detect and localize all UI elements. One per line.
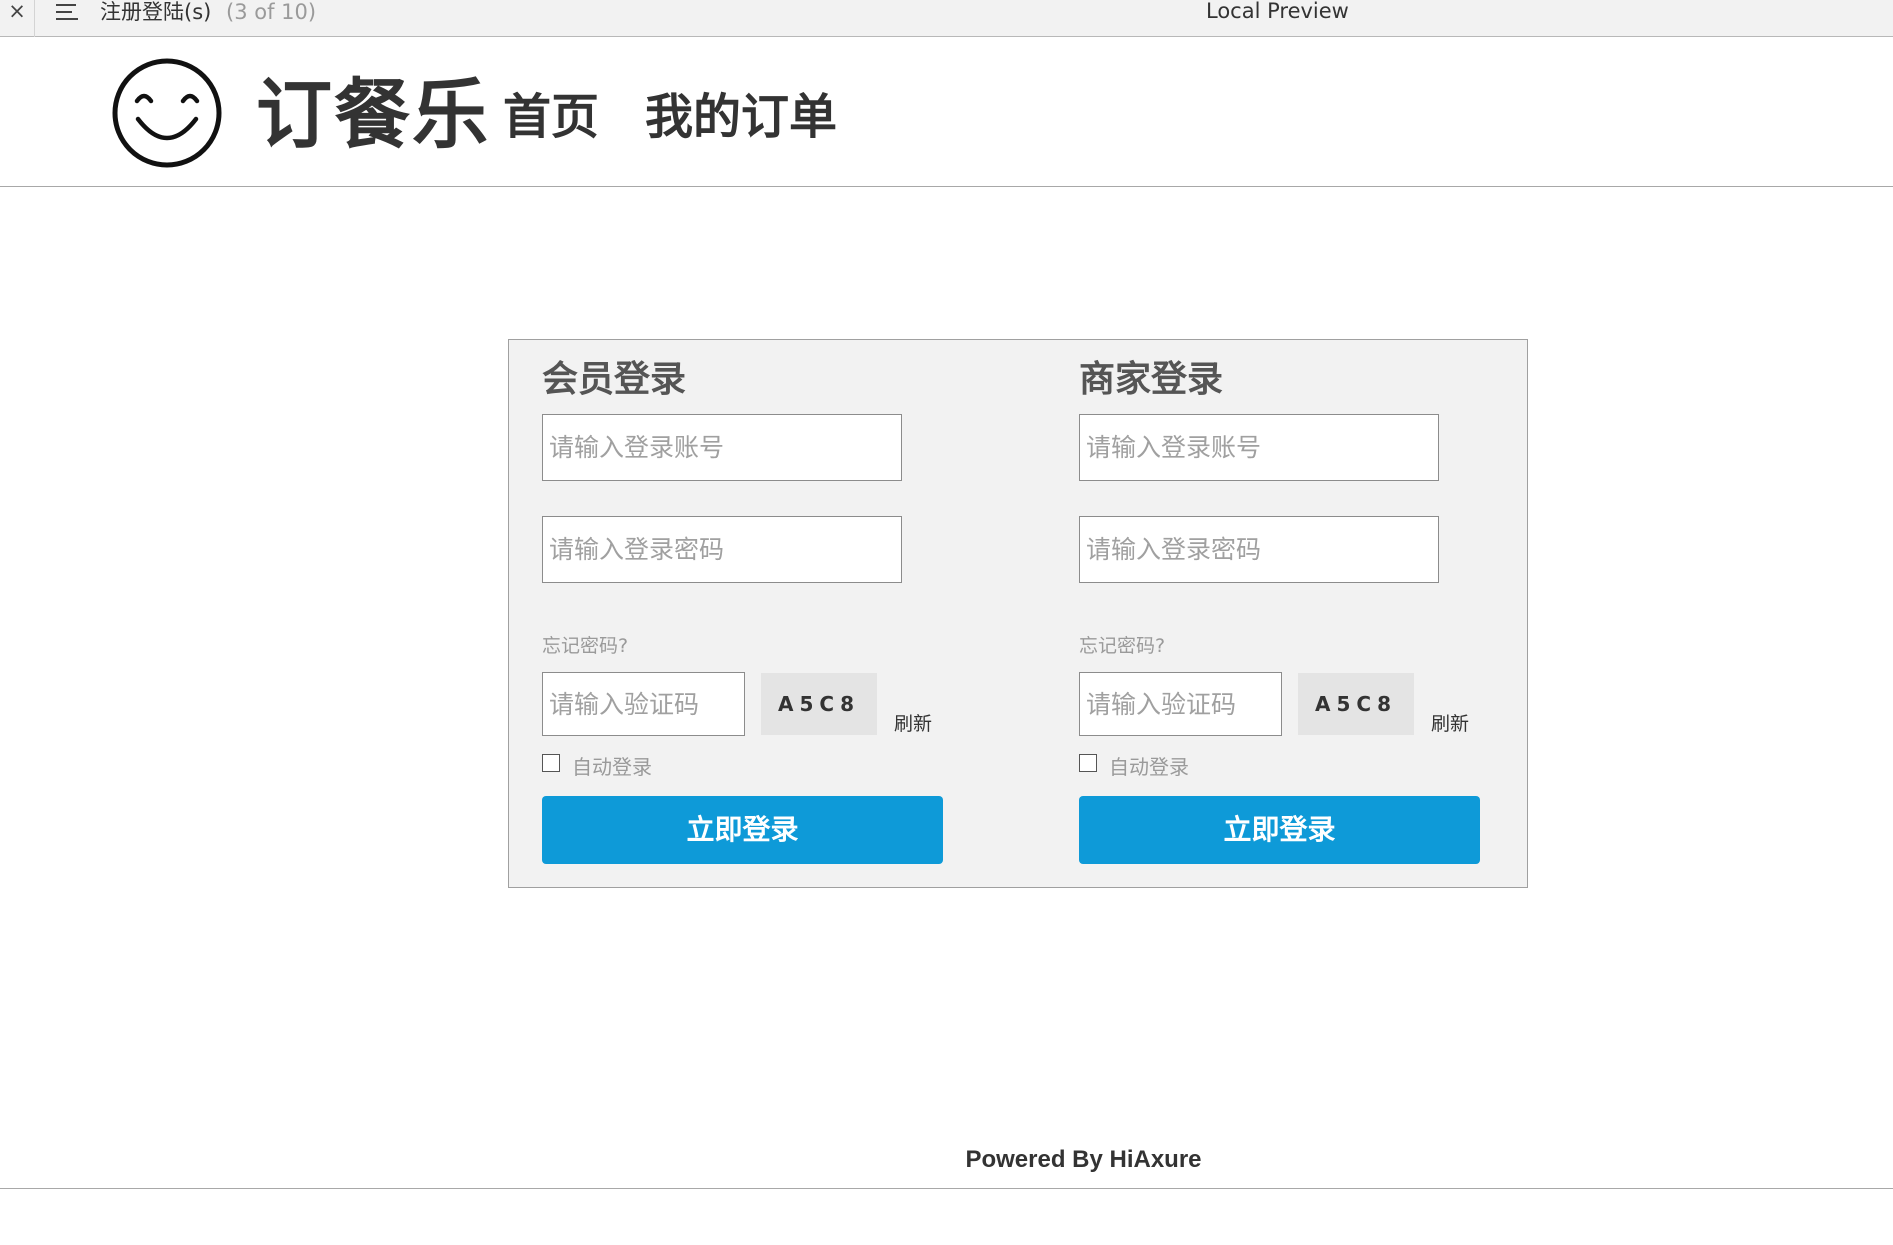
preview-title: Local Preview <box>1206 0 1349 23</box>
footer-divider <box>0 1188 1893 1189</box>
footer-credit: Powered By HiAxure <box>965 1146 1202 1173</box>
merchant-login-form: 商家登录 忘记密码? A5C8 刷新 自动登录 立即登录 <box>1079 340 1499 889</box>
toolbar-divider <box>34 0 35 37</box>
member-password-input[interactable] <box>542 516 902 583</box>
login-panel: 会员登录 忘记密码? A5C8 刷新 自动登录 立即登录 商家登录 忘记密码? … <box>508 339 1528 888</box>
smiley-face-icon <box>112 58 222 168</box>
member-login-form: 会员登录 忘记密码? A5C8 刷新 自动登录 立即登录 <box>542 340 962 889</box>
merchant-login-title: 商家登录 <box>1079 359 1224 400</box>
merchant-password-input[interactable] <box>1079 516 1439 583</box>
page-name: 注册登陆(s) <box>100 0 212 24</box>
member-captcha-refresh-link[interactable]: 刷新 <box>894 712 932 736</box>
preview-toolbar: × 注册登陆(s) (3 of 10) Local Preview <box>0 0 1893 37</box>
merchant-captcha-image: A5C8 <box>1298 673 1414 735</box>
member-captcha-input[interactable] <box>542 672 745 736</box>
member-auto-login-checkbox[interactable] <box>542 754 560 772</box>
merchant-captcha-input[interactable] <box>1079 672 1282 736</box>
merchant-forgot-password-link[interactable]: 忘记密码? <box>1079 634 1165 658</box>
member-captcha-image: A5C8 <box>761 673 877 735</box>
member-forgot-password-link[interactable]: 忘记密码? <box>542 634 628 658</box>
member-login-title: 会员登录 <box>542 359 687 400</box>
merchant-auto-login-label: 自动登录 <box>1109 755 1189 779</box>
site-header: 订餐乐 首页 我的订单 <box>0 37 1893 187</box>
brand-name: 订餐乐 <box>256 70 490 159</box>
hamburger-menu-icon[interactable] <box>56 2 78 22</box>
merchant-login-button[interactable]: 立即登录 <box>1079 796 1480 864</box>
member-account-input[interactable] <box>542 414 902 481</box>
member-auto-login-label: 自动登录 <box>572 755 652 779</box>
member-login-button[interactable]: 立即登录 <box>542 796 943 864</box>
close-icon[interactable]: × <box>4 0 30 24</box>
merchant-auto-login-checkbox[interactable] <box>1079 754 1097 772</box>
merchant-account-input[interactable] <box>1079 414 1439 481</box>
page-count: (3 of 10) <box>226 0 317 24</box>
merchant-captcha-refresh-link[interactable]: 刷新 <box>1431 712 1469 736</box>
footer: Powered By HiAxure <box>0 1146 1893 1174</box>
nav-my-orders-link[interactable]: 我的订单 <box>645 89 837 145</box>
nav-home-link[interactable]: 首页 <box>503 89 599 145</box>
